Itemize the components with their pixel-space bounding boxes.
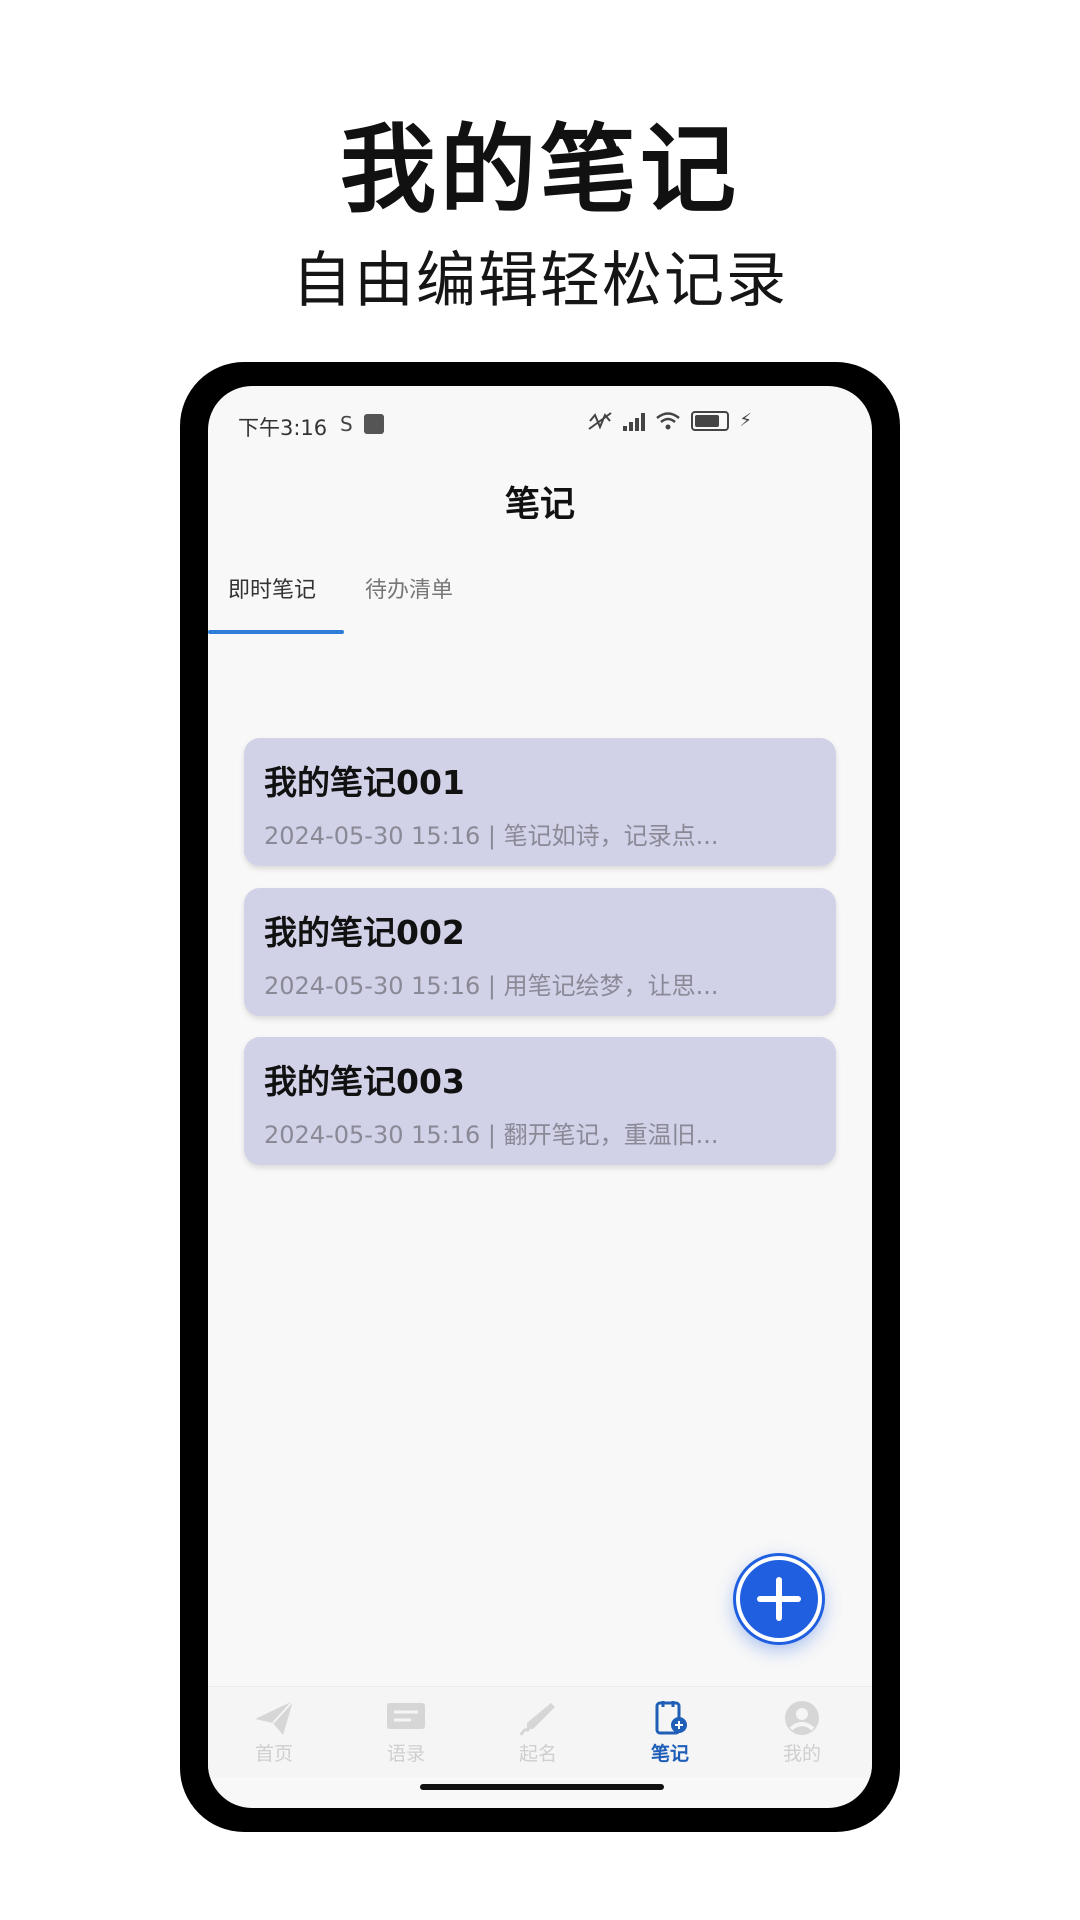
- brush-icon: [519, 1703, 555, 1736]
- phone-screen: 下午3:16 S ⚡ 笔记 即时笔记 待办清单 我的笔记001 2024-05-…: [208, 386, 872, 1808]
- promo-title: 我的笔记: [340, 113, 740, 226]
- nav-naming[interactable]: 起名: [472, 1699, 604, 1766]
- note-meta: 2024-05-30 15:16 | 翻开笔记，重温旧...: [264, 1121, 719, 1149]
- notebook-icon: [655, 1701, 687, 1735]
- status-bar: 下午3:16 S ⚡: [208, 386, 872, 456]
- nav-label: 语录: [386, 1743, 425, 1765]
- nav-profile[interactable]: 我的: [736, 1699, 868, 1766]
- note-meta: 2024-05-30 15:16 | 用笔记绘梦，让思...: [264, 972, 719, 1000]
- note-card[interactable]: 我的笔记002 2024-05-30 15:16 | 用笔记绘梦，让思...: [244, 888, 836, 1016]
- nav-home[interactable]: 首页: [208, 1699, 340, 1766]
- note-card[interactable]: 我的笔记001 2024-05-30 15:16 | 笔记如诗，记录点...: [244, 738, 836, 866]
- note-card[interactable]: 我的笔记003 2024-05-30 15:16 | 翻开笔记，重温旧...: [244, 1037, 836, 1165]
- charging-icon: ⚡: [739, 410, 752, 431]
- tab-todo-list[interactable]: 待办清单: [365, 572, 453, 604]
- notification-icon: [364, 414, 384, 434]
- vibrate-off-icon: [588, 411, 612, 430]
- note-title: 我的笔记003: [264, 1062, 465, 1101]
- note-title: 我的笔记001: [264, 763, 465, 802]
- message-icon: [387, 1703, 425, 1729]
- wifi-icon: [656, 411, 681, 429]
- tab-indicator: [208, 630, 344, 634]
- tab-instant-notes[interactable]: 即时笔记: [228, 572, 316, 604]
- add-note-button[interactable]: [736, 1556, 822, 1642]
- nav-label: 笔记: [650, 1743, 689, 1765]
- note-title: 我的笔记002: [264, 913, 465, 952]
- battery-icon: [691, 410, 730, 431]
- note-meta: 2024-05-30 15:16 | 笔记如诗，记录点...: [264, 822, 719, 850]
- home-indicator: [420, 1784, 664, 1790]
- plus-icon: [757, 1577, 801, 1621]
- user-icon: [785, 1701, 819, 1735]
- paper-plane-icon: [255, 1700, 294, 1735]
- promo-subtitle: 自由编辑轻松记录: [292, 246, 788, 316]
- sim-icon: S: [340, 412, 353, 436]
- status-time: 下午3:16: [238, 416, 328, 440]
- nav-label: 我的: [782, 1743, 821, 1765]
- nav-label: 起名: [518, 1743, 557, 1765]
- nav-quotes[interactable]: 语录: [340, 1699, 472, 1766]
- bottom-nav: 首页 语录 起名 笔记 我的: [208, 1686, 872, 1777]
- signal-icon: [623, 411, 646, 431]
- status-icons: ⚡: [587, 410, 752, 431]
- nav-notes[interactable]: 笔记: [604, 1699, 736, 1766]
- nav-label: 首页: [254, 1743, 293, 1765]
- page-title: 笔记: [504, 485, 575, 525]
